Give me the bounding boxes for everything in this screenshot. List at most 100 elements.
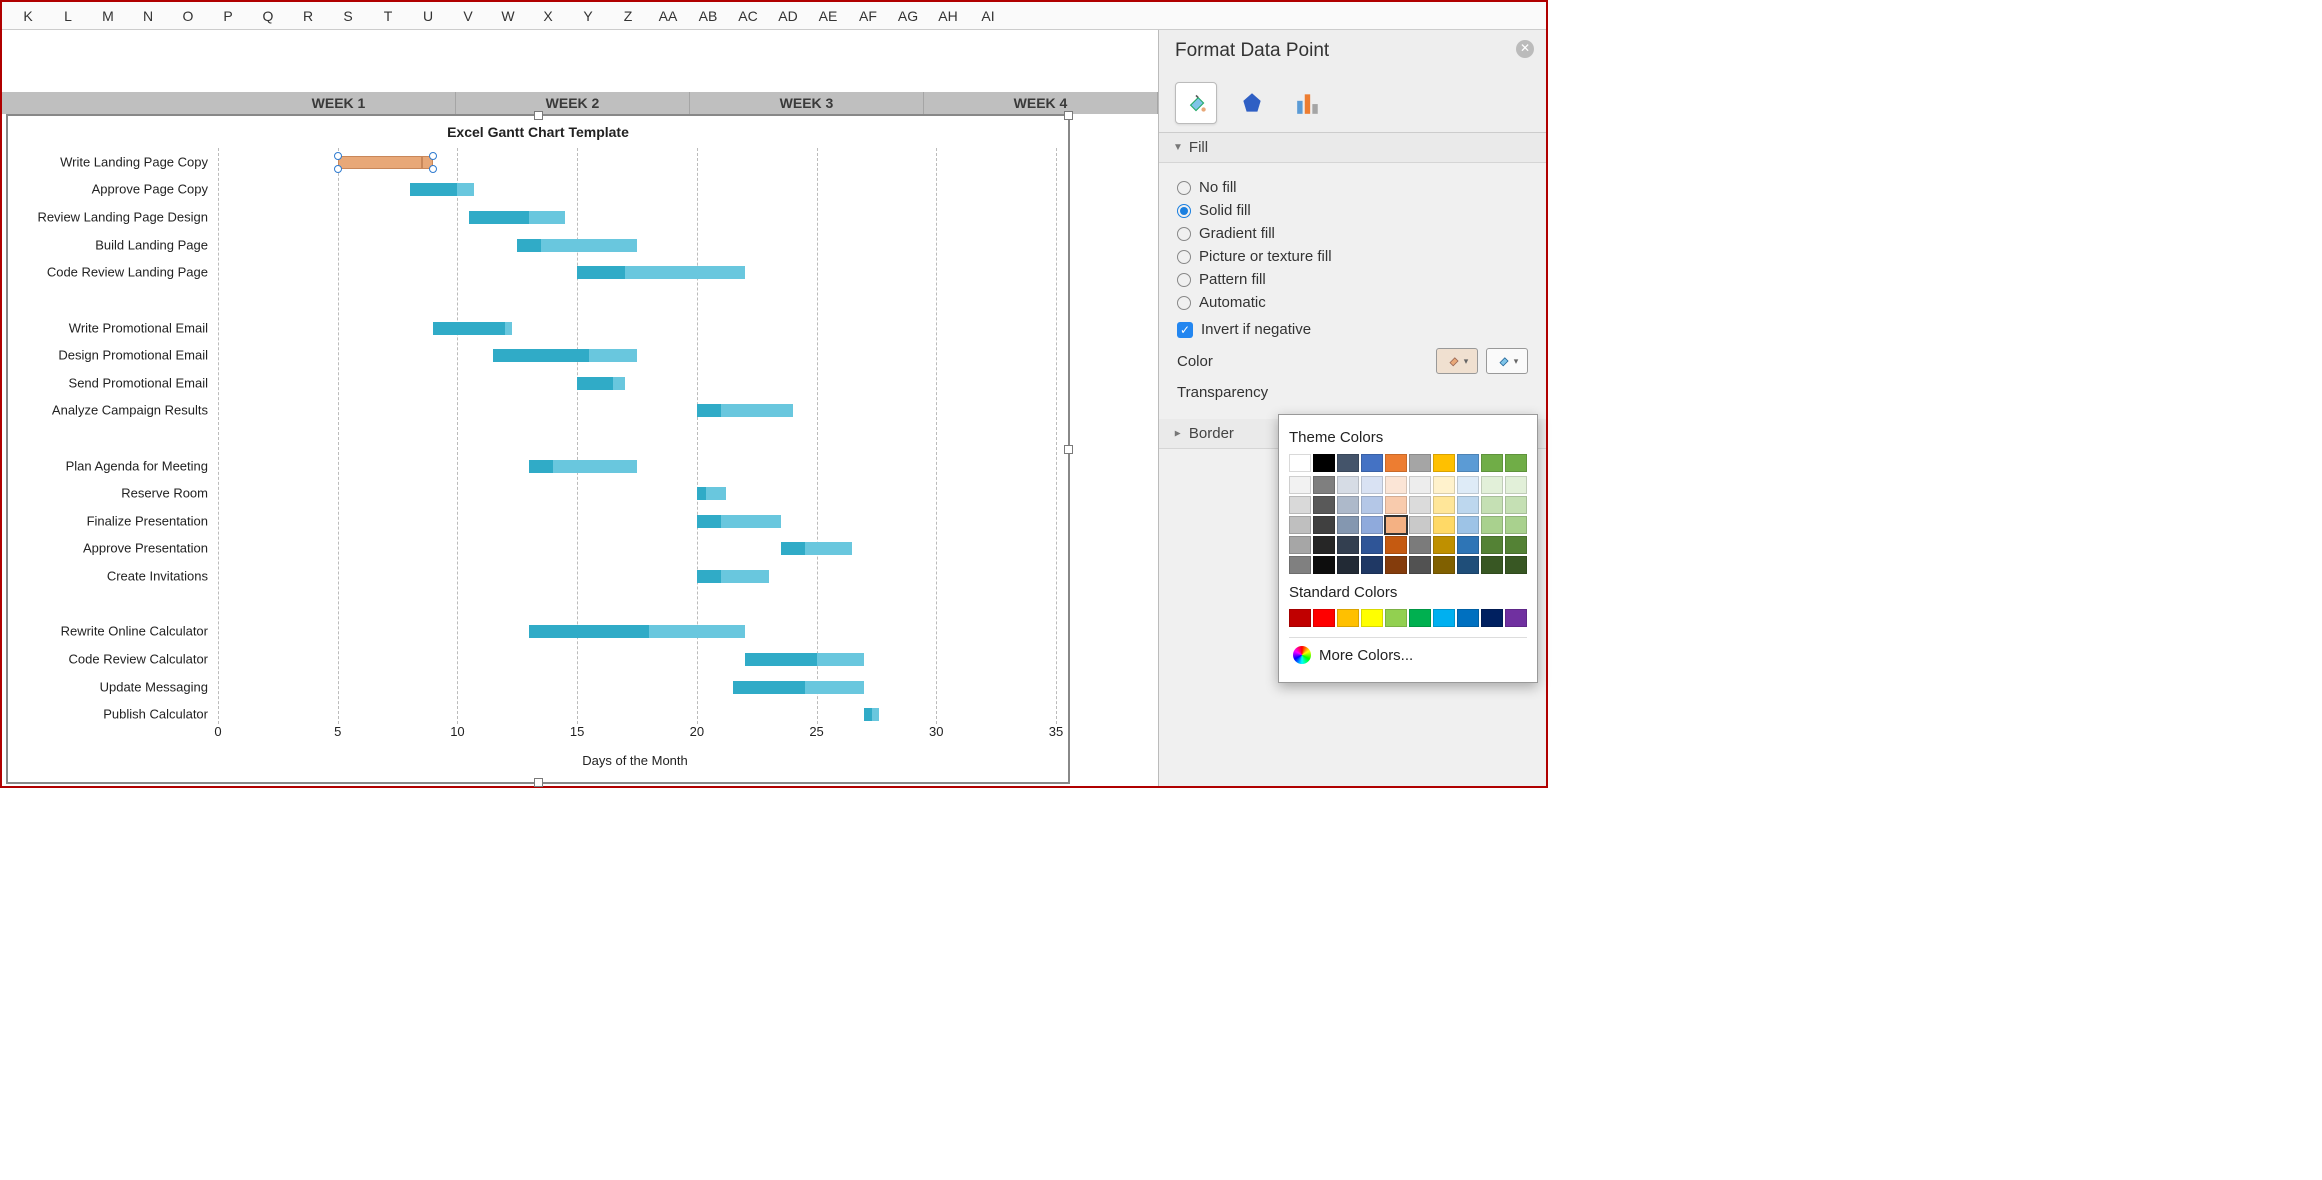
color-swatch[interactable] — [1361, 454, 1383, 472]
gantt-bar[interactable] — [625, 266, 745, 279]
column-letter[interactable]: AH — [928, 8, 968, 24]
gantt-bar[interactable] — [805, 681, 865, 694]
color-swatch[interactable] — [1481, 496, 1503, 514]
radio-automatic[interactable]: Automatic — [1177, 294, 1528, 311]
color-swatch[interactable] — [1481, 454, 1503, 472]
column-letter[interactable]: Z — [608, 8, 648, 24]
color-swatch[interactable] — [1313, 476, 1335, 494]
gantt-bar[interactable] — [433, 322, 505, 335]
color-swatch[interactable] — [1481, 476, 1503, 494]
color-swatch[interactable] — [1361, 516, 1383, 534]
gantt-bar[interactable] — [338, 156, 422, 169]
gantt-bar[interactable] — [721, 570, 769, 583]
column-letter[interactable]: Y — [568, 8, 608, 24]
color-swatch[interactable] — [1505, 496, 1527, 514]
color-swatch[interactable] — [1433, 609, 1455, 627]
color-swatch[interactable] — [1313, 496, 1335, 514]
gantt-bar[interactable] — [541, 239, 637, 252]
column-letter[interactable]: O — [168, 8, 208, 24]
color-swatch[interactable] — [1481, 536, 1503, 554]
column-letter[interactable]: X — [528, 8, 568, 24]
color-swatch[interactable] — [1337, 516, 1359, 534]
color-swatch[interactable] — [1433, 536, 1455, 554]
selection-handle[interactable] — [334, 152, 342, 160]
gantt-bar[interactable] — [589, 349, 637, 362]
selection-handle[interactable] — [429, 165, 437, 173]
color-swatch[interactable] — [1505, 609, 1527, 627]
color-swatch[interactable] — [1481, 556, 1503, 574]
color-swatch[interactable] — [1505, 476, 1527, 494]
gantt-bar[interactable] — [733, 681, 805, 694]
gantt-bar[interactable] — [706, 487, 725, 500]
gantt-bar[interactable] — [613, 377, 625, 390]
color-swatch[interactable] — [1361, 556, 1383, 574]
color-swatch[interactable] — [1457, 556, 1479, 574]
gantt-bar[interactable] — [529, 211, 565, 224]
gantt-bar[interactable] — [864, 708, 871, 721]
color-swatch[interactable] — [1313, 516, 1335, 534]
column-letter[interactable]: N — [128, 8, 168, 24]
color-swatch[interactable] — [1289, 536, 1311, 554]
effects-tab[interactable] — [1231, 82, 1273, 124]
gantt-bar[interactable] — [697, 570, 721, 583]
column-letter[interactable]: Q — [248, 8, 288, 24]
color-swatch[interactable] — [1289, 454, 1311, 472]
color-swatch[interactable] — [1505, 536, 1527, 554]
color-swatch[interactable] — [1409, 476, 1431, 494]
column-letter[interactable]: L — [48, 8, 88, 24]
color-swatch[interactable] — [1337, 476, 1359, 494]
color-swatch[interactable] — [1433, 476, 1455, 494]
color-swatch[interactable] — [1505, 556, 1527, 574]
gantt-bar[interactable] — [517, 239, 541, 252]
color-swatch[interactable] — [1313, 609, 1335, 627]
color-swatch[interactable] — [1409, 454, 1431, 472]
column-letter[interactable]: AD — [768, 8, 808, 24]
invert-color-button[interactable]: ▾ — [1486, 348, 1528, 374]
color-swatch[interactable] — [1433, 556, 1455, 574]
gantt-bar[interactable] — [745, 653, 817, 666]
color-swatch[interactable] — [1361, 496, 1383, 514]
column-letter[interactable]: AA — [648, 8, 688, 24]
column-letter[interactable]: AC — [728, 8, 768, 24]
fill-color-button[interactable]: ▾ — [1436, 348, 1478, 374]
color-swatch[interactable] — [1433, 496, 1455, 514]
gantt-bar[interactable] — [721, 404, 793, 417]
gantt-bar[interactable] — [872, 708, 879, 721]
more-colors-button[interactable]: More Colors... — [1289, 637, 1527, 672]
color-swatch[interactable] — [1457, 516, 1479, 534]
gantt-bar[interactable] — [553, 460, 637, 473]
series-tab[interactable] — [1287, 82, 1329, 124]
color-swatch[interactable] — [1481, 609, 1503, 627]
color-swatch[interactable] — [1385, 516, 1407, 534]
column-letter[interactable]: AI — [968, 8, 1008, 24]
color-swatch[interactable] — [1337, 454, 1359, 472]
selection-handle[interactable] — [429, 152, 437, 160]
color-swatch[interactable] — [1457, 476, 1479, 494]
color-swatch[interactable] — [1385, 609, 1407, 627]
chart-resize-handle[interactable] — [1064, 445, 1073, 454]
column-letter[interactable]: P — [208, 8, 248, 24]
gantt-bar[interactable] — [805, 542, 853, 555]
column-letter[interactable]: AG — [888, 8, 928, 24]
gantt-bar[interactable] — [529, 460, 553, 473]
color-swatch[interactable] — [1385, 454, 1407, 472]
color-swatch[interactable] — [1289, 496, 1311, 514]
gantt-bar[interactable] — [721, 515, 781, 528]
radio-picture-fill[interactable]: Picture or texture fill — [1177, 248, 1528, 265]
color-swatch[interactable] — [1361, 476, 1383, 494]
gantt-bar[interactable] — [410, 183, 458, 196]
gantt-bar[interactable] — [697, 404, 721, 417]
chart-resize-handle[interactable] — [1064, 111, 1073, 120]
gantt-bar[interactable] — [469, 211, 529, 224]
column-letter[interactable]: R — [288, 8, 328, 24]
column-letter[interactable]: K — [8, 8, 48, 24]
column-letter[interactable]: AF — [848, 8, 888, 24]
column-letter[interactable]: S — [328, 8, 368, 24]
radio-pattern-fill[interactable]: Pattern fill — [1177, 271, 1528, 288]
color-swatch[interactable] — [1457, 496, 1479, 514]
gantt-bar[interactable] — [817, 653, 865, 666]
column-letter[interactable]: T — [368, 8, 408, 24]
color-swatch[interactable] — [1481, 516, 1503, 534]
color-swatch[interactable] — [1457, 536, 1479, 554]
column-letter[interactable]: AB — [688, 8, 728, 24]
